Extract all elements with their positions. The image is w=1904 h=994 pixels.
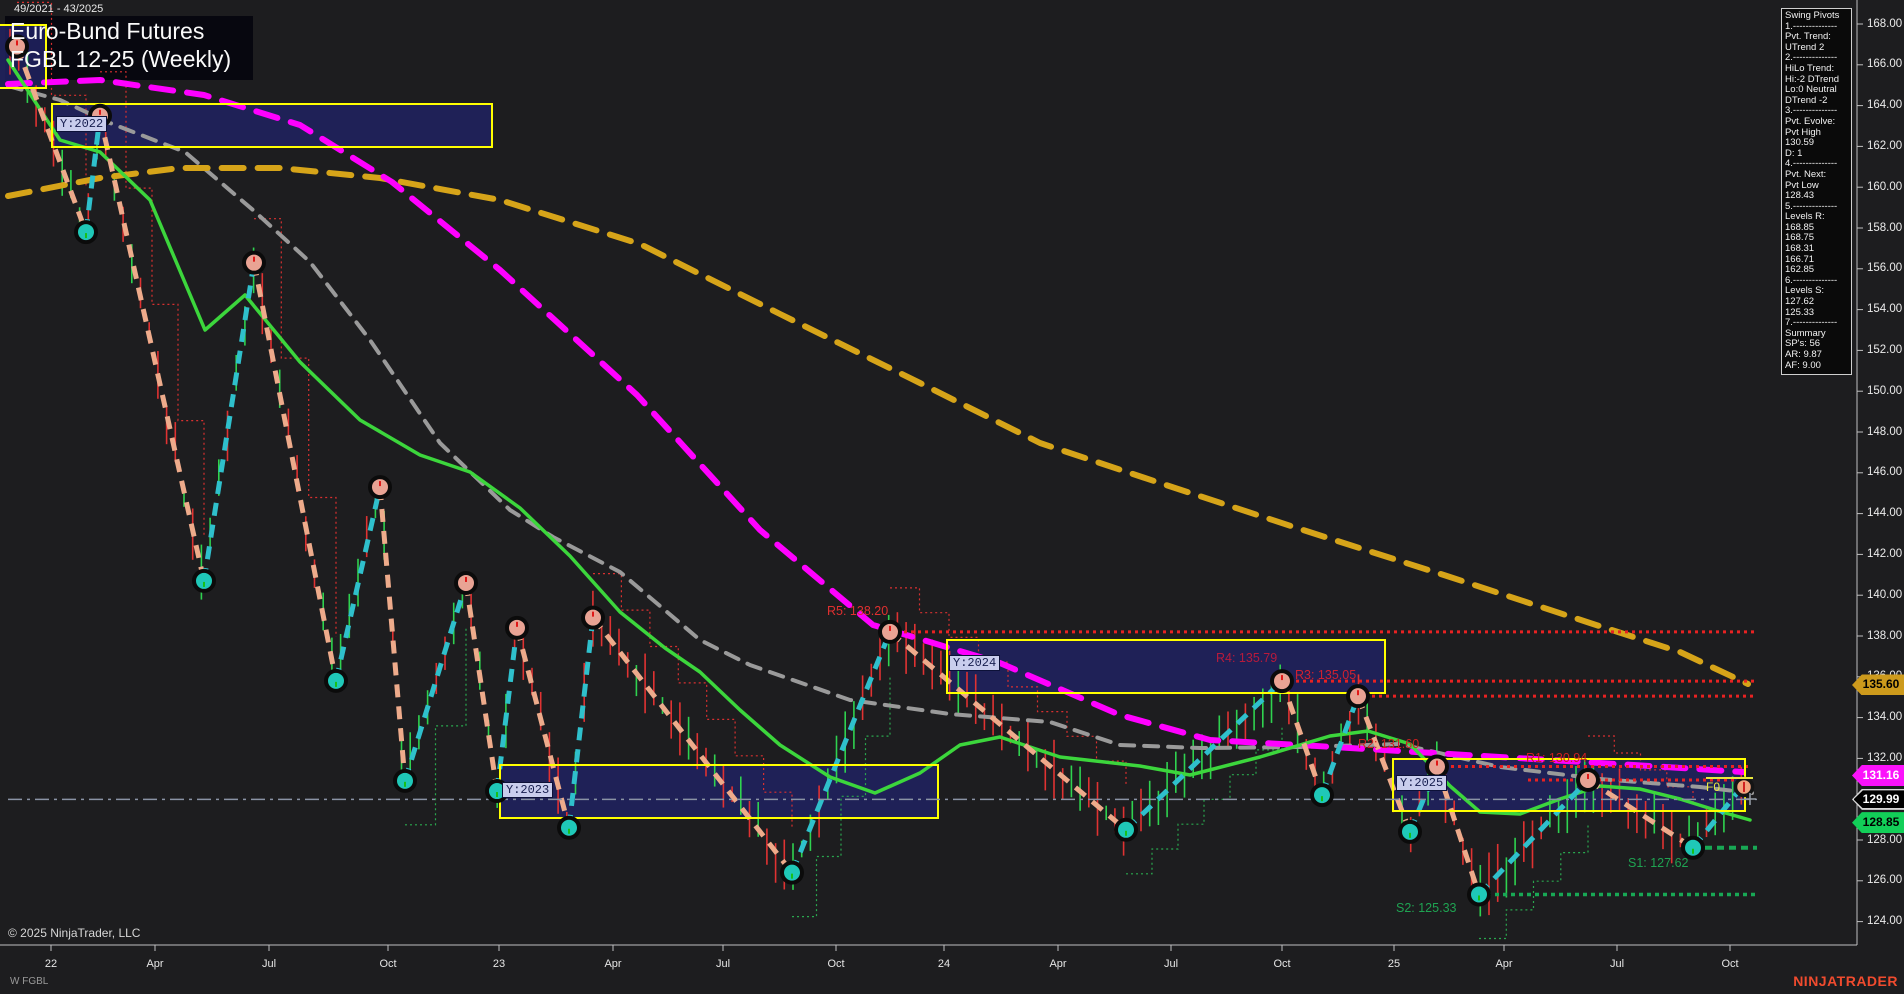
panel-line: HiLo Trend: <box>1785 63 1835 74</box>
pivot-low-marker <box>1398 819 1422 844</box>
pivot-high-marker <box>88 103 112 128</box>
panel-line: 166.71 <box>1785 254 1815 265</box>
ma-green <box>6 58 1752 822</box>
panel-line: Swing Pivots <box>1785 11 1840 21</box>
pivot-low-marker <box>780 860 804 885</box>
panel-line: 4.-------------- <box>1785 159 1838 170</box>
ninjatrader-logo: NINJATRADER <box>1793 973 1898 989</box>
panel-line: Pvt. Next: <box>1785 169 1827 180</box>
pivot-high-marker <box>1346 684 1370 709</box>
instrument-title: Euro-Bund Futures <box>10 18 205 44</box>
pivot-high-marker <box>242 250 266 275</box>
panel-line: 5.-------------- <box>1785 201 1838 212</box>
pivot-low-marker <box>393 768 417 793</box>
swing-line <box>463 582 500 792</box>
panel-line: D: 1 <box>1785 148 1803 159</box>
pivot-low-marker <box>485 779 509 804</box>
pivot-low-marker <box>74 220 98 245</box>
pivot-low-marker <box>192 568 216 593</box>
panel-line: 127.62 <box>1785 297 1815 308</box>
pivot-low-marker <box>1467 882 1491 907</box>
panel-line: 1.-------------- <box>1785 21 1838 32</box>
panel-line: 3.-------------- <box>1785 106 1838 117</box>
pivot-low-marker <box>1681 835 1705 860</box>
panel-line: 125.33 <box>1785 307 1815 318</box>
contract-title: FGBL 12-25 (Weekly) <box>10 46 232 72</box>
pivot-low-marker <box>324 668 348 693</box>
panel-line: AR: 9.87 <box>1785 350 1822 360</box>
swing-line <box>333 486 383 682</box>
pivot-high-marker <box>878 619 902 644</box>
hilo-stair <box>254 218 337 637</box>
panel-line: DTrend -2 <box>1785 95 1828 106</box>
panel-line: Hi:-2 DTrend <box>1785 74 1840 85</box>
hilo-stair <box>1479 824 1589 940</box>
panel-line: Levels R: <box>1785 212 1825 223</box>
date-range-label: 49/2021 - 43/2025 <box>14 3 104 15</box>
pivot-high-marker <box>581 605 605 630</box>
ma-gray <box>6 84 1754 795</box>
ninjatrader-chart-window: 49/2021 - 43/2025 Euro-Bund Futures FGBL… <box>0 0 1904 994</box>
pivot-high-marker <box>1425 754 1449 779</box>
swing-line <box>1124 679 1284 832</box>
year-box-fill <box>52 104 492 147</box>
f0-marker-label: F0 <box>1706 777 1753 794</box>
panel-line: AF: 9.00 <box>1785 360 1821 371</box>
panel-line: 2.-------------- <box>1785 53 1838 64</box>
swing-pivots-panel: Swing Pivots 1.-------------- Pvt. Trend: U… <box>1781 8 1852 376</box>
pivot-low-marker <box>557 815 581 840</box>
panel-line: 130.59 <box>1785 138 1815 149</box>
panel-line: 168.75 <box>1785 233 1815 244</box>
panel-line: SP's: 56 <box>1785 339 1821 350</box>
pivot-high-marker <box>1270 669 1294 694</box>
pivot-high-marker <box>505 615 529 640</box>
swing-line <box>1279 680 1325 796</box>
ma-gold <box>5 165 1751 687</box>
pivot-low-marker <box>1114 817 1138 842</box>
panel-line: Lo:0 Neutral <box>1785 85 1837 96</box>
panel-line: Pvt Low <box>1785 180 1819 191</box>
instrument-footer-label: W FGBL <box>10 976 49 987</box>
panel-line: 168.31 <box>1785 244 1815 255</box>
panel-line: 162.85 <box>1785 265 1815 276</box>
swing-line <box>789 630 893 874</box>
panel-line: Pvt. Evolve: <box>1785 116 1836 127</box>
pivot-high-marker <box>454 570 478 595</box>
pivot-low-marker <box>1310 783 1334 808</box>
panel-line: UTrend 2 <box>1785 42 1825 53</box>
hilo-stair <box>405 627 467 826</box>
swing-line <box>591 616 794 875</box>
copyright-label: © 2025 NinjaTrader, LLC <box>8 926 141 940</box>
panel-line: Levels S: <box>1785 286 1825 297</box>
pivot-high-marker <box>368 475 392 500</box>
panel-line: Summary <box>1785 328 1826 339</box>
panel-line: Pvt. Trend: <box>1785 32 1831 43</box>
chart-canvas[interactable] <box>0 0 1904 994</box>
swing-line <box>97 115 207 582</box>
panel-line: 128.43 <box>1785 191 1815 202</box>
swing-line <box>251 262 339 682</box>
pivot-high-marker <box>1576 768 1600 793</box>
panel-line: 7.-------------- <box>1785 318 1838 329</box>
panel-line: 168.85 <box>1785 222 1815 233</box>
panel-line: Pvt High <box>1785 127 1821 138</box>
panel-line: 6.-------------- <box>1785 275 1838 286</box>
